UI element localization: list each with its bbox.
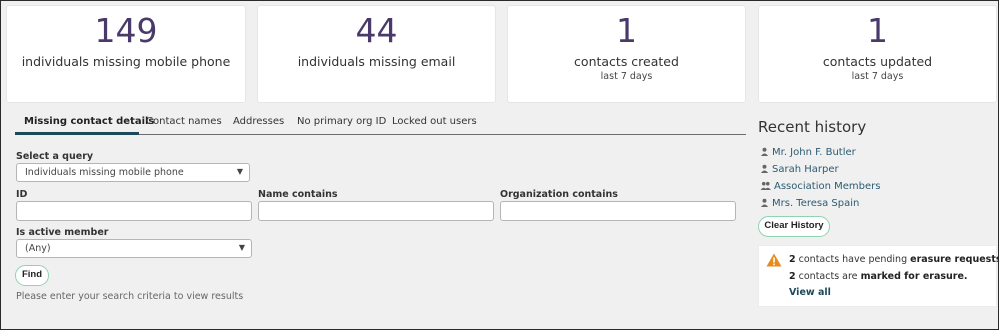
chevron-down-icon: ▼ <box>238 243 245 252</box>
find-button[interactable]: Find <box>15 265 49 286</box>
stat-sublabel: last 7 days <box>851 71 904 82</box>
active-tab-indicator <box>15 132 139 135</box>
clear-history-button[interactable]: Clear History <box>758 216 830 237</box>
tab-bar: Missing contact details Contact names Ad… <box>15 113 746 135</box>
stat-card-contacts-created: 1 contacts created last 7 days <box>507 5 746 103</box>
stat-value: 44 <box>355 11 398 50</box>
pending-erasure-text: 2 contacts have pending erasure requests… <box>789 254 999 265</box>
active-member-label: Is active member <box>16 227 109 238</box>
marked-erasure-text: 2 contacts are marked for erasure. <box>789 271 968 282</box>
person-icon <box>760 147 769 156</box>
stat-label: individuals missing email <box>297 54 456 69</box>
recent-history-item[interactable]: Mr. John F. Butler <box>760 146 856 158</box>
tab-addresses[interactable]: Addresses <box>233 116 284 127</box>
stat-label: individuals missing mobile phone <box>21 54 231 69</box>
query-select[interactable]: Individuals missing mobile phone ▼ <box>16 163 250 182</box>
stat-value: 1 <box>867 11 888 50</box>
stat-sublabel: last 7 days <box>600 71 653 82</box>
view-all-link[interactable]: View all <box>789 287 831 298</box>
query-select-label: Select a query <box>16 151 94 162</box>
person-icon <box>760 198 769 207</box>
person-icon <box>760 164 769 173</box>
group-icon <box>760 181 771 190</box>
warning-icon <box>766 253 782 267</box>
recent-history-item[interactable]: Sarah Harper <box>760 163 839 175</box>
name-contains-label: Name contains <box>258 189 338 200</box>
search-hint: Please enter your search criteria to vie… <box>16 291 244 302</box>
stat-value: 1 <box>616 11 637 50</box>
stat-card-missing-mobile: 149 individuals missing mobile phone <box>6 5 246 103</box>
organization-contains-field[interactable] <box>500 201 736 221</box>
stat-card-contacts-updated: 1 contacts updated last 7 days <box>758 5 997 103</box>
id-field[interactable] <box>16 201 252 221</box>
active-member-select[interactable]: (Any) ▼ <box>16 239 252 258</box>
stat-label: contacts updated <box>822 54 933 69</box>
recent-history-item[interactable]: Mrs. Teresa Spain <box>760 197 859 209</box>
tab-no-primary-org-id[interactable]: No primary org ID <box>297 116 386 127</box>
name-contains-field[interactable] <box>258 201 494 221</box>
erasure-alert: 2 contacts have pending erasure requests… <box>758 245 999 307</box>
recent-history-title: Recent history <box>758 118 867 136</box>
tab-missing-contact-details[interactable]: Missing contact details <box>24 116 154 127</box>
active-member-value: (Any) <box>25 243 51 254</box>
tab-contact-names[interactable]: Contact names <box>146 116 222 127</box>
recent-history-item[interactable]: Association Members <box>760 180 880 192</box>
id-label: ID <box>16 189 28 200</box>
stat-value: 149 <box>94 11 158 50</box>
organization-contains-label: Organization contains <box>500 189 618 200</box>
chevron-down-icon: ▼ <box>236 167 243 176</box>
tab-locked-out-users[interactable]: Locked out users <box>392 116 477 127</box>
query-select-value: Individuals missing mobile phone <box>25 167 184 178</box>
stat-label: contacts created <box>574 54 679 69</box>
stat-card-missing-email: 44 individuals missing email <box>257 5 496 103</box>
